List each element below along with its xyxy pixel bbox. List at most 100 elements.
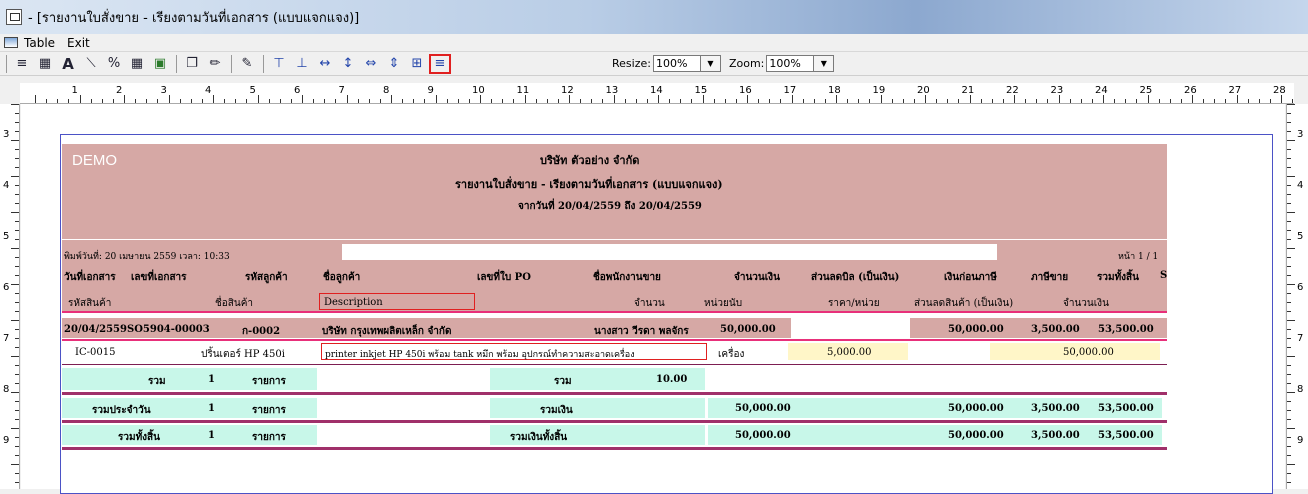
col-extra[interactable]: S — [1160, 270, 1167, 281]
sum-day-tax[interactable]: 3,500.00 — [1031, 403, 1080, 414]
width-icon[interactable]: ⇔ — [360, 54, 382, 74]
sum-day-label[interactable]: รวมประจำวัน — [92, 403, 151, 418]
toolbar-grip — [6, 54, 7, 73]
item-unit[interactable]: เครื่อง — [718, 347, 744, 362]
date-range[interactable]: จากวันที่ 20/04/2559 ถึง 20/04/2559 — [518, 199, 702, 214]
resize-select[interactable]: 100% — [652, 55, 701, 72]
ruler-tick — [1287, 347, 1291, 348]
menu-exit[interactable]: Exit — [67, 36, 90, 50]
fit-icon[interactable]: ⊞ — [406, 54, 428, 74]
doc-amount[interactable]: 50,000.00 — [720, 324, 776, 335]
sum-all-amt-label[interactable]: รวมเงินทั้งสิ้น — [510, 430, 567, 445]
sum-doc-count[interactable]: 1 — [208, 374, 215, 385]
ruler-tick — [201, 99, 203, 103]
chevron-down-icon[interactable]: ▼ — [700, 55, 721, 72]
zoom-select[interactable]: 100% — [766, 55, 815, 72]
col-item-discount[interactable]: ส่วนลดสินค้า (เป็นเงิน) — [914, 296, 1013, 311]
blank-field[interactable] — [342, 244, 997, 260]
grid-icon[interactable]: ▦ — [126, 54, 148, 74]
doc-pretax[interactable]: 50,000.00 — [948, 324, 1004, 335]
sum-day-amt-label[interactable]: รวมเงิน — [540, 403, 573, 418]
col-salesperson[interactable]: ชื่อพนักงานขาย — [593, 270, 661, 285]
menu-table[interactable]: Table — [24, 36, 55, 50]
sum-doc-label[interactable]: รวม — [148, 374, 166, 389]
company-name[interactable]: บริษัท ตัวอย่าง จำกัด — [540, 151, 639, 169]
pencil-icon[interactable]: ✏ — [204, 54, 226, 74]
col-item-name[interactable]: ชื่อสินค้า — [215, 296, 253, 311]
item-price[interactable]: 5,000.00 — [827, 347, 872, 358]
sum-all-tax[interactable]: 3,500.00 — [1031, 430, 1080, 441]
ruler-number: 8 — [383, 85, 390, 96]
edit-icon[interactable]: ✎ — [236, 54, 258, 74]
col-discount[interactable]: ส่วนลดบิล (เป็นเงิน) — [811, 270, 899, 285]
space-vertical-icon[interactable]: ↕ — [337, 54, 359, 74]
item-code[interactable]: IC-0015 — [75, 347, 115, 358]
line-icon[interactable]: ⟍ — [80, 54, 102, 74]
item-name[interactable]: ปริ้นเตอร์ HP 450i — [201, 347, 285, 362]
sum-all-unit[interactable]: รายการ — [252, 430, 286, 445]
doc-salesperson[interactable]: นางสาว วีรดา พลจักร — [594, 324, 689, 339]
sum-all-pretax[interactable]: 50,000.00 — [948, 430, 1004, 441]
sum-doc-qty-label[interactable]: รวม — [554, 374, 572, 389]
ruler-tick — [1002, 99, 1004, 103]
sum-day-count[interactable]: 1 — [208, 403, 215, 414]
discount-field[interactable] — [791, 318, 910, 338]
sum-all-count[interactable]: 1 — [208, 430, 215, 441]
table-icon[interactable]: ▦ — [34, 54, 56, 74]
sum-day-amount[interactable]: 50,000.00 — [735, 403, 791, 414]
align-top-icon[interactable]: ⊤ — [268, 54, 290, 74]
col-description[interactable]: Description — [324, 297, 383, 308]
resize-control: Resize: 100% ▼ — [612, 55, 721, 72]
item-amount[interactable]: 50,000.00 — [1063, 347, 1114, 358]
sum-day-unit[interactable]: รายการ — [252, 403, 286, 418]
doc-cust-name[interactable]: บริษัท กรุงเทพผลิตเหล็ก จำกัด — [322, 324, 451, 339]
col-amount[interactable]: จำนวนเงิน — [734, 270, 780, 285]
height-icon[interactable]: ⇕ — [383, 54, 405, 74]
col-cust-code[interactable]: รหัสลูกค้า — [245, 270, 288, 285]
print-date[interactable]: พิมพ์วันที่: 20 เมษายน 2559 เวลา: 10:33 — [64, 249, 230, 263]
sum-all-label[interactable]: รวมทั้งสิ้น — [118, 430, 160, 445]
col-cust-name[interactable]: ชื่อลูกค้า — [323, 270, 360, 285]
page-number[interactable]: หน้า 1 / 1 — [1118, 249, 1158, 263]
sum-doc-qty[interactable]: 10.00 — [656, 374, 687, 385]
report-title[interactable]: รายงานใบสั่งขาย - เรียงตามวันที่เอกสาร (… — [455, 175, 723, 193]
ruler-tick — [1287, 374, 1291, 375]
space-horizontal-icon[interactable]: ↔ — [314, 54, 336, 74]
insert-column-icon[interactable]: ≡ — [429, 53, 451, 74]
col-total[interactable]: รวมทั้งสิ้น — [1097, 270, 1139, 285]
sum-day-pretax[interactable]: 50,000.00 — [948, 403, 1004, 414]
doc-cust-code[interactable]: ก-0002 — [242, 324, 280, 339]
ruler-tick — [969, 95, 971, 103]
sum-all-total[interactable]: 53,500.00 — [1098, 430, 1154, 441]
doc-no[interactable]: SO5904-00003 — [127, 324, 210, 335]
vertical-ruler-left: 23456789 — [0, 104, 20, 489]
col-qty[interactable]: จำนวน — [634, 296, 665, 311]
doc-total[interactable]: 53,500.00 — [1098, 324, 1154, 335]
align-bottom-icon[interactable]: ⊥ — [291, 54, 313, 74]
ruler-number: 9 — [1297, 435, 1304, 446]
sum-all-amount[interactable]: 50,000.00 — [735, 430, 791, 441]
ruler-tick — [1287, 140, 1295, 141]
col-item-code[interactable]: รหัสสินค้า — [68, 296, 111, 311]
vertical-ruler-right: 23456789 — [1286, 104, 1308, 489]
col-doc-no[interactable]: เลขที่เอกสาร — [131, 270, 187, 285]
text-icon[interactable]: A — [57, 54, 79, 74]
align-left-icon[interactable]: ≡ — [11, 54, 33, 74]
image-icon[interactable]: ▣ — [149, 54, 171, 74]
percent-icon[interactable]: % — [103, 54, 125, 74]
sum-day-total[interactable]: 53,500.00 — [1098, 403, 1154, 414]
sum-doc-unit[interactable]: รายการ — [252, 374, 286, 389]
col-pretax[interactable]: เงินก่อนภาษี — [944, 270, 997, 285]
item-description[interactable]: printer inkjet HP 450i พร้อม tank หมึก พ… — [325, 347, 635, 361]
doc-date[interactable]: 20/04/2559 — [64, 324, 127, 335]
col-unit[interactable]: หน่วยนับ — [704, 296, 742, 311]
window-menu-icon[interactable] — [4, 37, 18, 48]
col-tax[interactable]: ภาษีขาย — [1031, 270, 1068, 285]
col-doc-date[interactable]: วันที่เอกสาร — [64, 270, 116, 285]
col-line-amount[interactable]: จำนวนเงิน — [1063, 296, 1109, 311]
doc-tax[interactable]: 3,500.00 — [1031, 324, 1080, 335]
col-price[interactable]: ราคา/หน่วย — [828, 296, 880, 311]
chevron-down-icon[interactable]: ▼ — [814, 55, 835, 72]
copy-icon[interactable]: ❐ — [181, 54, 203, 74]
col-po-no[interactable]: เลขที่ใบ PO — [477, 270, 531, 285]
